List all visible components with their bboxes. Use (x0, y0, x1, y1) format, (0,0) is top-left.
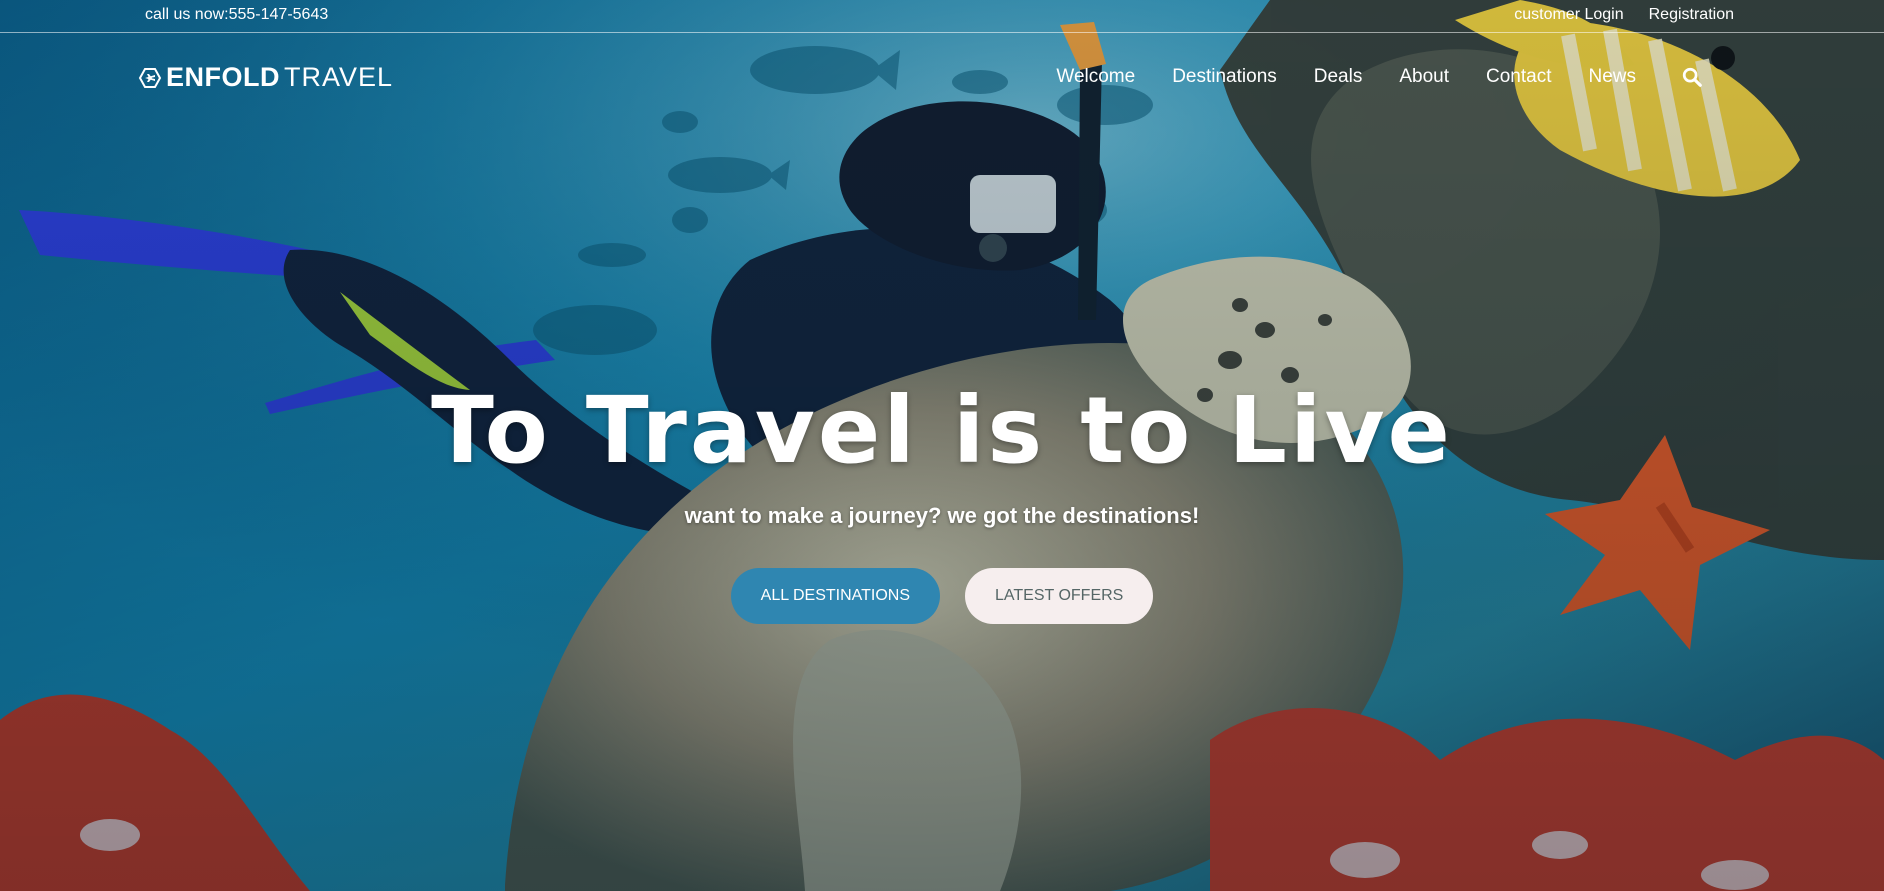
nav-item-about[interactable]: About (1399, 66, 1449, 88)
site-header: ENFOLD TRAVEL Welcome Destinations Deals… (0, 32, 1884, 122)
site-logo[interactable]: ENFOLD TRAVEL (138, 62, 393, 93)
nav-item-destinations[interactable]: Destinations (1172, 66, 1277, 88)
latest-offers-button[interactable]: LATEST OFFERS (965, 568, 1154, 624)
brand-name-light: TRAVEL (284, 62, 394, 92)
nav-item-welcome[interactable]: Welcome (1056, 66, 1135, 88)
nav-item-contact[interactable]: Contact (1486, 66, 1551, 88)
search-icon[interactable] (1681, 66, 1703, 88)
nav-item-deals[interactable]: Deals (1314, 66, 1363, 88)
hero-content: To Travel is to Live want to make a jour… (0, 385, 1884, 624)
airplane-badge-icon (138, 67, 162, 88)
top-info-bar: call us now:555-147-5643 customer Login … (0, 0, 1884, 33)
hero-page: call us now:555-147-5643 customer Login … (0, 0, 1884, 891)
customer-login-link[interactable]: customer Login (1514, 6, 1623, 24)
hero-subtitle: want to make a journey? we got the desti… (684, 503, 1200, 528)
account-links: customer Login Registration (1514, 6, 1734, 24)
main-navigation: Welcome Destinations Deals About Contact… (1056, 66, 1703, 88)
hero-title: To Travel is to Live (431, 377, 1453, 484)
nav-item-news[interactable]: News (1588, 66, 1636, 88)
registration-link[interactable]: Registration (1649, 6, 1734, 24)
all-destinations-button[interactable]: ALL DESTINATIONS (730, 568, 941, 624)
brand-name-strong: ENFOLD (166, 62, 280, 92)
hero-action-buttons: ALL DESTINATIONS LATEST OFFERS (0, 568, 1884, 624)
phone-text: call us now:555-147-5643 (145, 6, 329, 23)
